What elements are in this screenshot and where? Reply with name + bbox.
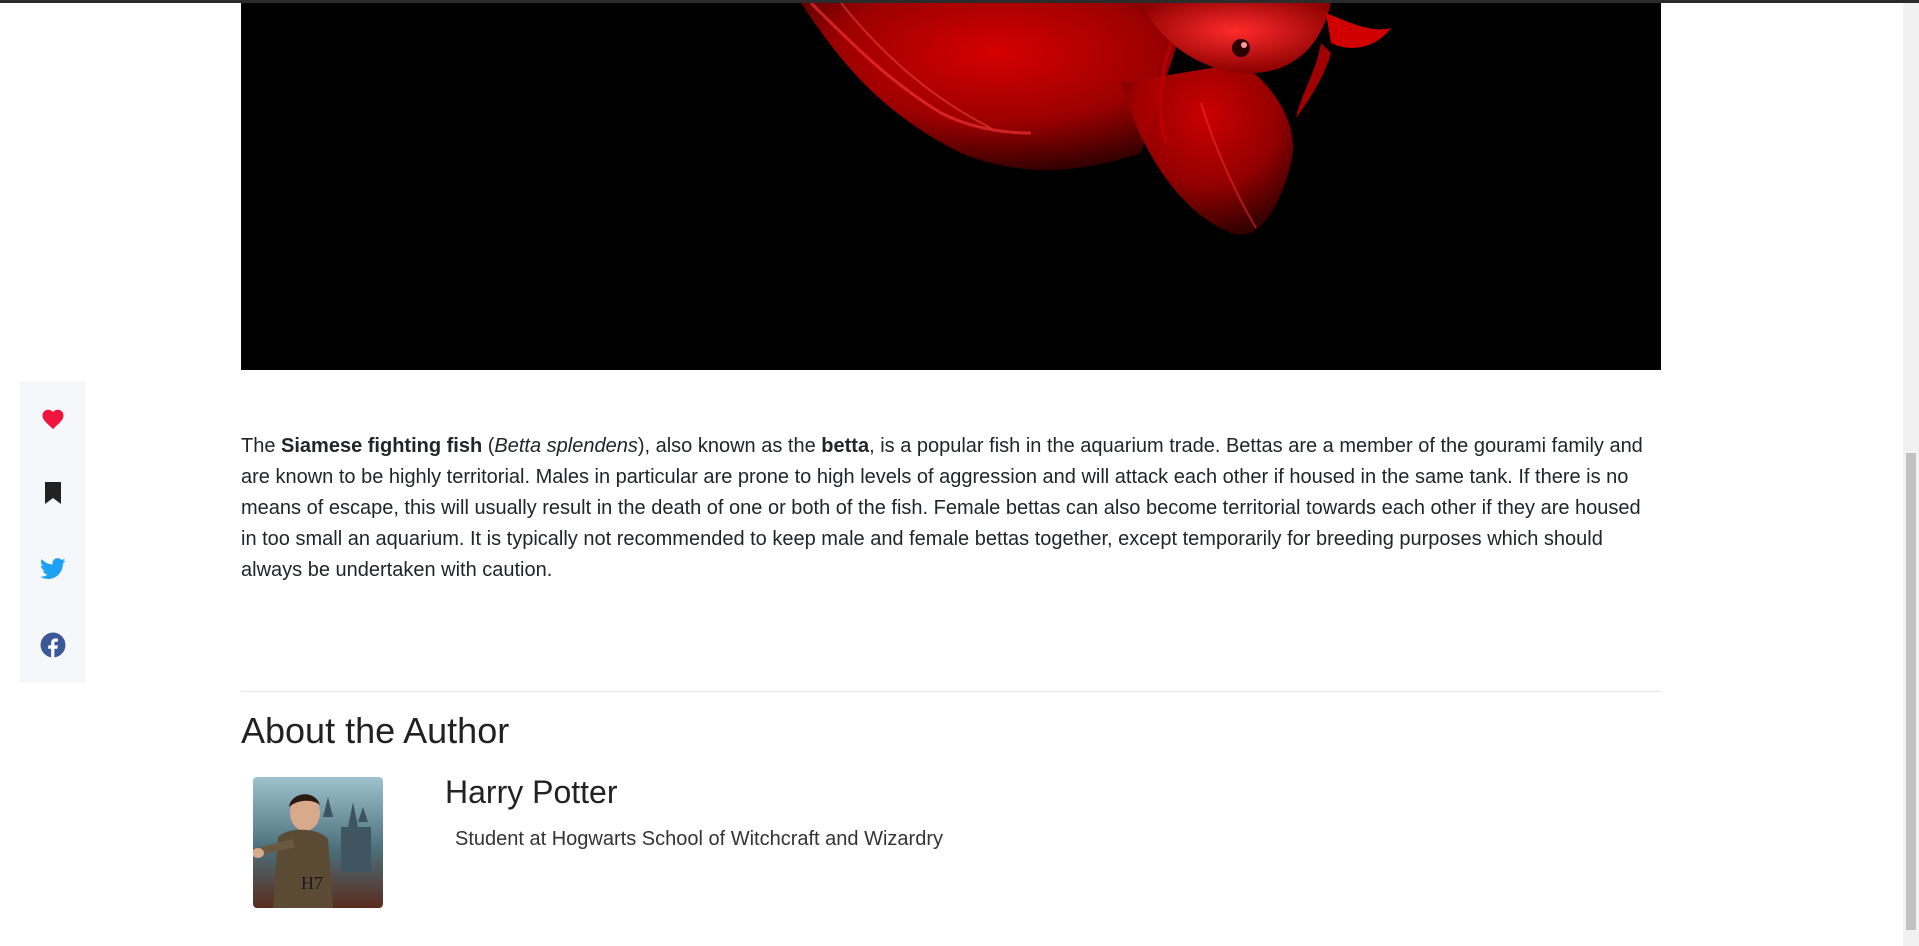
share-sidebar [20,381,85,683]
article-paragraph: The Siamese fighting fish (Betta splende… [241,431,1661,586]
bookmark-button[interactable] [20,475,85,515]
author-role: Student at Hogwarts School of Witchcraft… [455,828,943,850]
heart-icon [41,408,65,435]
author-avatar: H7 [253,777,383,908]
like-button[interactable] [20,401,85,441]
about-author-heading: About the Author [241,710,510,751]
twitter-icon [39,557,66,585]
article-body: The Siamese fighting fish (Betta splende… [241,431,1661,586]
article-term-bold: betta [821,435,870,457]
article-text: ), also known as the [637,435,822,457]
scrollbar-thumb[interactable] [1906,453,1916,930]
svg-text:H7: H7 [301,873,323,893]
twitter-share-button[interactable] [20,551,85,591]
hero-image [241,3,1661,370]
bookmark-icon [44,481,62,510]
article-scientific-name: Betta splendens [494,435,638,457]
facebook-icon [40,632,66,663]
article-text: ( [482,435,495,457]
author-name: Harry Potter [445,774,618,810]
section-divider [241,691,1661,692]
betta-fish-image [241,3,1661,370]
avatar-poster-text: H7 [301,873,323,893]
article-text: The [241,435,282,457]
facebook-share-button[interactable] [20,627,85,667]
article-term-bold: Siamese fighting fish [281,435,483,457]
